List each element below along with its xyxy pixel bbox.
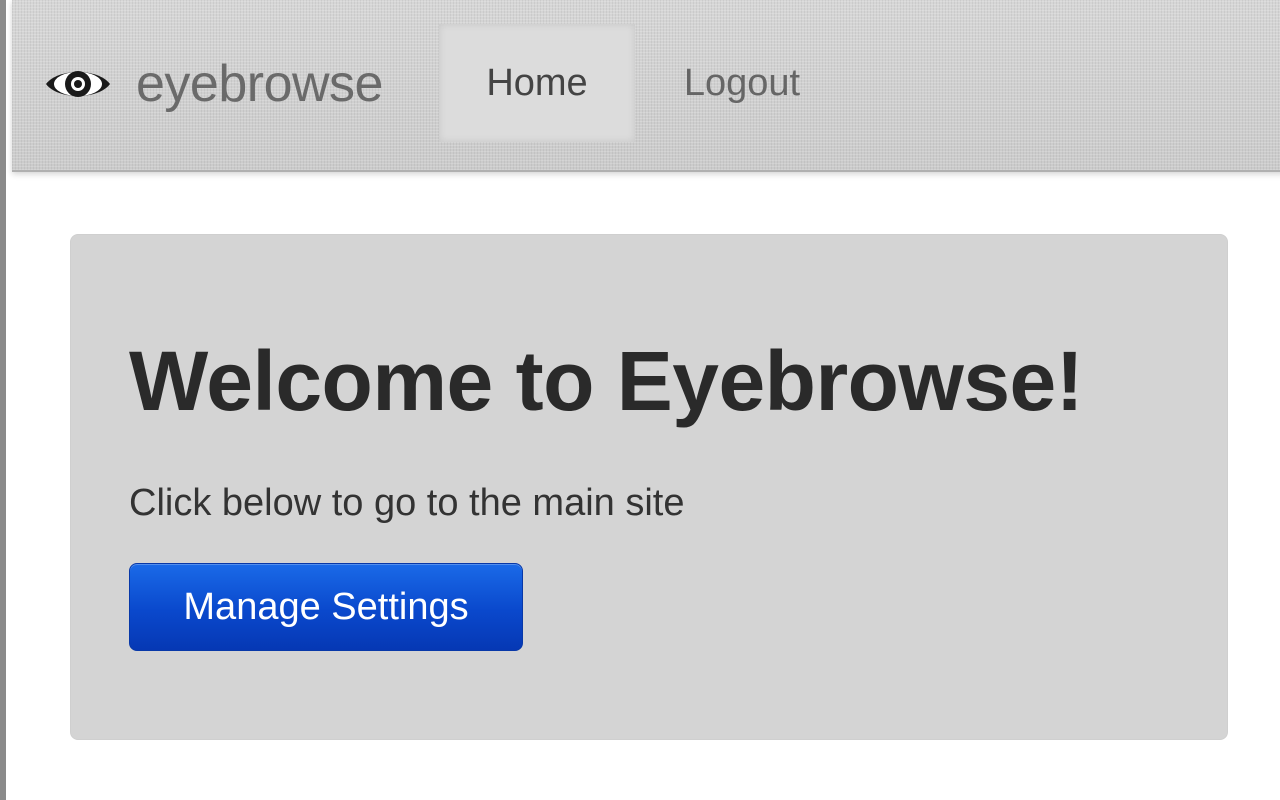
top-navbar: eyebrowse Home Logout — [12, 0, 1280, 172]
brand-link[interactable]: eyebrowse — [44, 52, 383, 116]
page-title: Welcome to Eyebrowse! — [129, 334, 1084, 428]
browser-window: eyebrowse Home Logout Welcome to Eyebrow… — [0, 0, 1280, 800]
nav-item-logout[interactable]: Logout — [652, 24, 832, 142]
hero-panel: Welcome to Eyebrowse! Click below to go … — [70, 234, 1228, 740]
nav-item-home[interactable]: Home — [439, 24, 635, 142]
manage-settings-button[interactable]: Manage Settings — [129, 563, 523, 651]
brand-name: eyebrowse — [136, 55, 383, 113]
hero-description: Click below to go to the main site — [129, 482, 685, 524]
eye-icon — [44, 64, 112, 104]
